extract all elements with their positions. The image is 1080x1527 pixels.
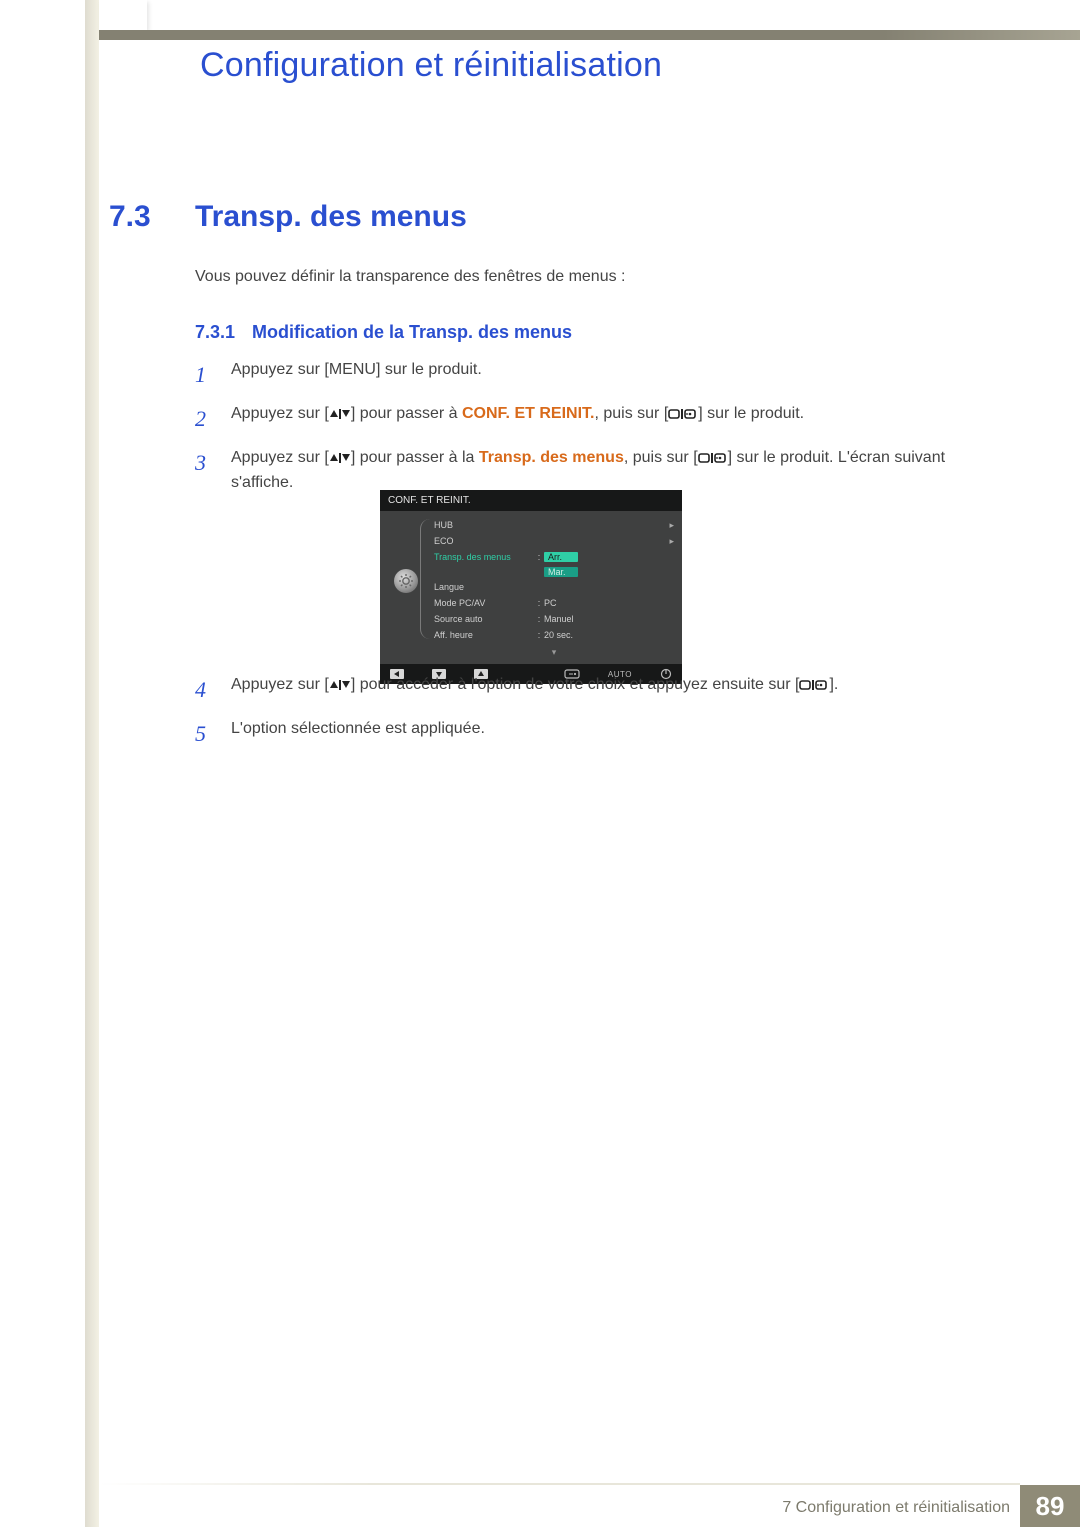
- step-5: 5 L'option sélectionnée est appliquée.: [195, 717, 965, 751]
- step-3: 3 Appuyez sur [ ] pour passer à la Transp…: [195, 446, 965, 496]
- step-number: 2: [195, 402, 231, 436]
- osd-figure: CONF. ET REINIT. HUB ▸ ECO ▸ Transp. des m…: [380, 490, 682, 684]
- osd-label: Source auto: [434, 614, 534, 624]
- text: Appuyez sur [: [231, 405, 329, 422]
- left-margin-stripe: [85, 0, 99, 1527]
- select-enter-icon: [799, 679, 829, 691]
- osd-row-source: Source auto:Manuel: [434, 611, 674, 627]
- osd-value: PC: [544, 598, 660, 608]
- chevron-down-icon: ▾: [434, 647, 674, 658]
- osd-label: ECO: [434, 536, 534, 546]
- nav-target: CONF. ET REINIT.: [462, 405, 594, 422]
- osd-row-transparency: Transp. des menus: Arr.: [434, 549, 674, 565]
- step-number: 5: [195, 717, 231, 751]
- text: ] pour accéder à l'option de votre choix…: [351, 676, 800, 693]
- chevron-right-icon: ▸: [660, 536, 674, 547]
- step-2: 2 Appuyez sur [ ] pour passer à CONF. ET …: [195, 402, 965, 436]
- osd-label: Langue: [434, 582, 534, 592]
- text: Appuyez sur [: [231, 449, 329, 466]
- osd-label: HUB: [434, 520, 534, 530]
- step-number: 3: [195, 446, 231, 480]
- footer-chapter-label: 7 Configuration et réinitialisation: [782, 1499, 1010, 1517]
- text: , puis sur [: [624, 449, 698, 466]
- osd-row-transparency-on: Mar.: [434, 565, 674, 579]
- text: L'option sélectionnée est appliquée.: [231, 720, 485, 737]
- text: ] sur le produit.: [698, 405, 804, 422]
- gear-icon: [394, 569, 418, 593]
- osd-row-langue: Langue: [434, 579, 674, 595]
- osd-label: Aff. heure: [434, 630, 534, 640]
- osd-row-time: Aff. heure:20 sec.: [434, 627, 674, 643]
- select-enter-icon: [668, 408, 698, 420]
- osd-value: 20 sec.: [544, 630, 660, 640]
- osd-row-eco: ECO ▸: [434, 533, 674, 549]
- step-4: 4 Appuyez sur [ ] pour accéder à l'option…: [195, 673, 965, 707]
- chevron-right-icon: ▸: [660, 520, 674, 531]
- text: ] sur le produit.: [376, 361, 482, 378]
- step-1: 1 Appuyez sur [MENU] sur le produit.: [195, 358, 965, 392]
- osd-value: Manuel: [544, 614, 660, 624]
- subsection-title: Modification de la Transp. des menus: [252, 322, 572, 343]
- osd-option-on: Mar.: [544, 567, 578, 577]
- osd-curve: [420, 519, 434, 639]
- page-title: Configuration et réinitialisation: [200, 46, 662, 85]
- osd-row-pcav: Mode PC/AV:PC: [434, 595, 674, 611]
- text: ].: [829, 676, 838, 693]
- top-tab: [99, 0, 147, 30]
- subsection-number: 7.3.1: [195, 322, 235, 343]
- section-number: 7.3: [109, 200, 151, 234]
- page-number: 89: [1020, 1485, 1080, 1527]
- text: , puis sur [: [594, 405, 668, 422]
- step-number: 4: [195, 673, 231, 707]
- top-bar: [99, 30, 1080, 40]
- select-enter-icon: [698, 452, 728, 464]
- osd-row-hub: HUB ▸: [434, 517, 674, 533]
- text: ] pour passer à: [351, 405, 462, 422]
- section-intro: Vous pouvez définir la transparence des …: [195, 268, 625, 286]
- text: Appuyez sur [: [231, 676, 329, 693]
- text: Appuyez sur [: [231, 361, 329, 378]
- up-down-icon: [329, 452, 351, 464]
- step-number: 1: [195, 358, 231, 392]
- text: ] pour passer à la: [351, 449, 479, 466]
- menu-label: MENU: [329, 361, 376, 378]
- osd-label: Mode PC/AV: [434, 598, 534, 608]
- nav-target: Transp. des menus: [479, 449, 624, 466]
- osd-label-highlight: Transp. des menus: [434, 552, 534, 562]
- up-down-icon: [329, 679, 351, 691]
- section-title: Transp. des menus: [195, 200, 467, 234]
- up-down-icon: [329, 408, 351, 420]
- osd-option-off: Arr.: [544, 552, 578, 562]
- osd-title: CONF. ET REINIT.: [380, 490, 682, 511]
